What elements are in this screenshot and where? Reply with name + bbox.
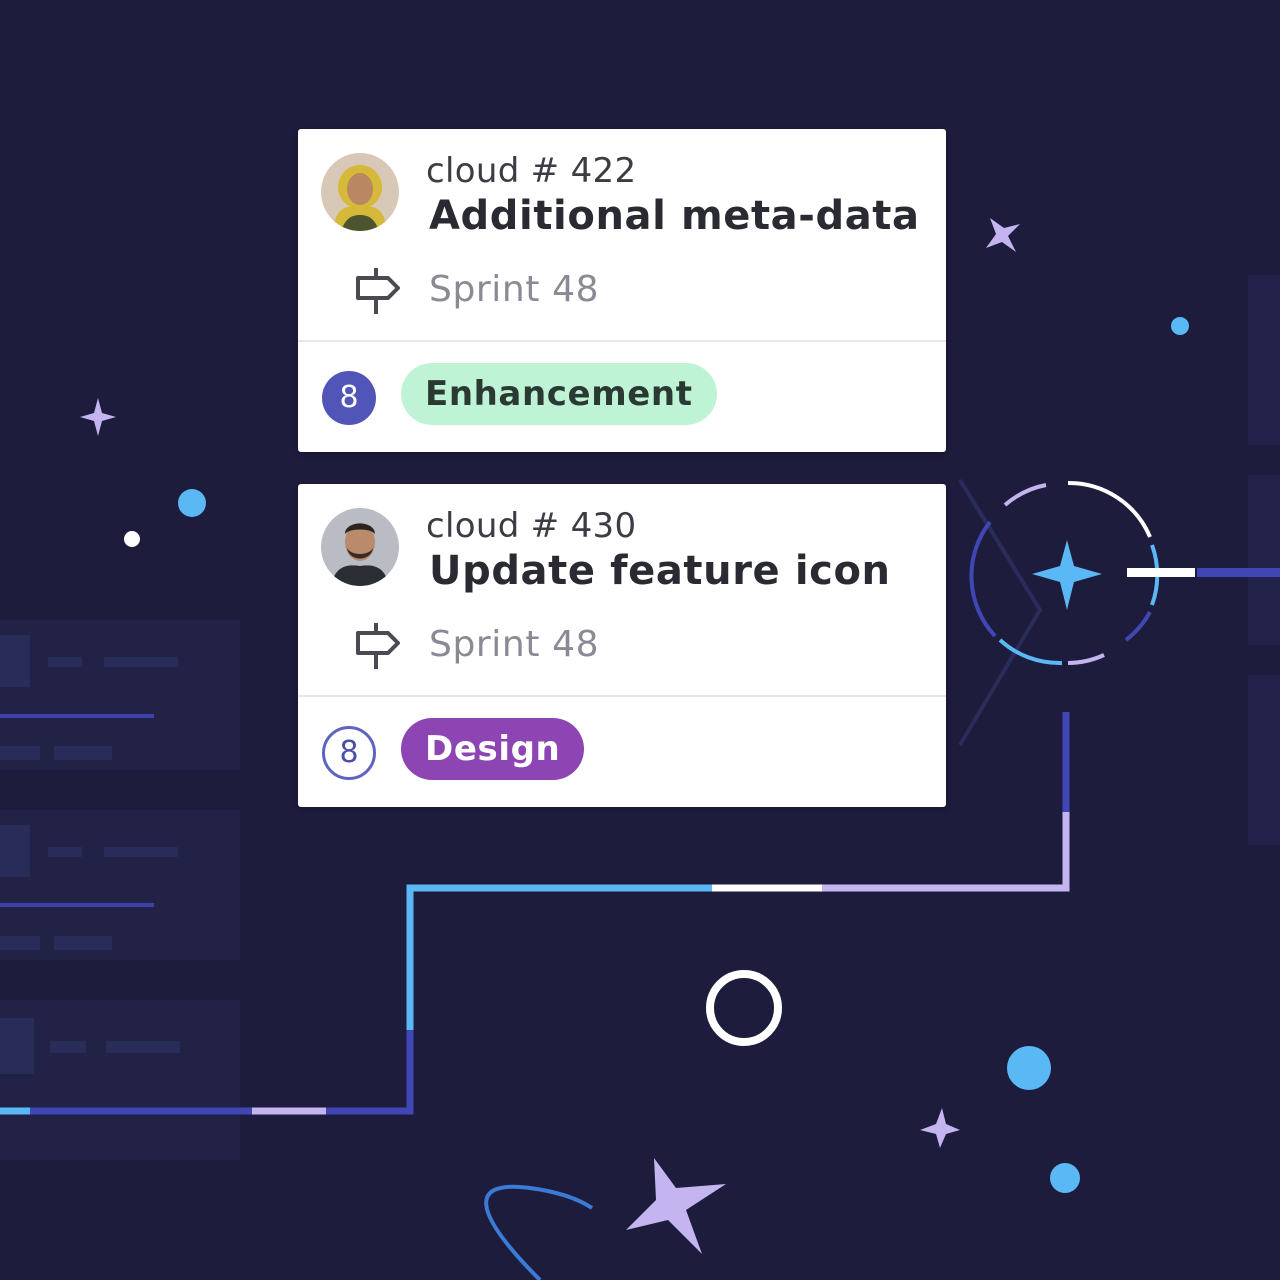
ring-icon xyxy=(706,970,782,1046)
story-points-badge: 8 xyxy=(322,371,376,425)
orbit-arc xyxy=(484,1184,594,1280)
chevron-outline xyxy=(958,478,1043,747)
faded-block xyxy=(1248,675,1280,845)
sparkle-icon xyxy=(986,218,1020,252)
issue-card[interactable]: cloud # 430 Update feature icon Sprint 4… xyxy=(298,484,946,807)
sparkle-icon xyxy=(80,398,116,436)
avatar xyxy=(321,508,399,586)
ticket-title[interactable]: Update feature icon xyxy=(429,548,891,594)
ticket-id: cloud # 430 xyxy=(426,506,637,546)
dot-icon xyxy=(1050,1163,1080,1193)
sparkle-icon xyxy=(1032,540,1102,610)
ticket-title[interactable]: Additional meta-data xyxy=(429,193,920,239)
ticket-id: cloud # 422 xyxy=(426,151,637,191)
dot-icon xyxy=(178,489,206,517)
label-enhancement[interactable]: Enhancement xyxy=(401,363,717,425)
divider xyxy=(298,695,946,697)
sparkle-icon xyxy=(626,1158,726,1254)
faded-block xyxy=(1248,275,1280,445)
beam-blue xyxy=(1197,568,1280,577)
dot-icon xyxy=(124,531,140,547)
issue-card[interactable]: cloud # 422 Additional meta-data Sprint … xyxy=(298,129,946,452)
signpost-icon xyxy=(356,623,400,669)
label-design[interactable]: Design xyxy=(401,718,585,780)
sprint-label: Sprint 48 xyxy=(429,624,600,665)
avatar xyxy=(321,153,399,231)
dot-icon xyxy=(1171,317,1189,335)
faded-side-panel xyxy=(0,620,240,1160)
divider xyxy=(298,340,946,342)
signpost-icon xyxy=(356,268,400,314)
story-points-badge: 8 xyxy=(322,726,376,780)
sprint-label: Sprint 48 xyxy=(429,269,600,310)
beam-white xyxy=(1127,568,1195,577)
sparkle-icon xyxy=(920,1108,960,1148)
dot-icon xyxy=(1007,1046,1051,1090)
faded-block xyxy=(1248,475,1280,645)
